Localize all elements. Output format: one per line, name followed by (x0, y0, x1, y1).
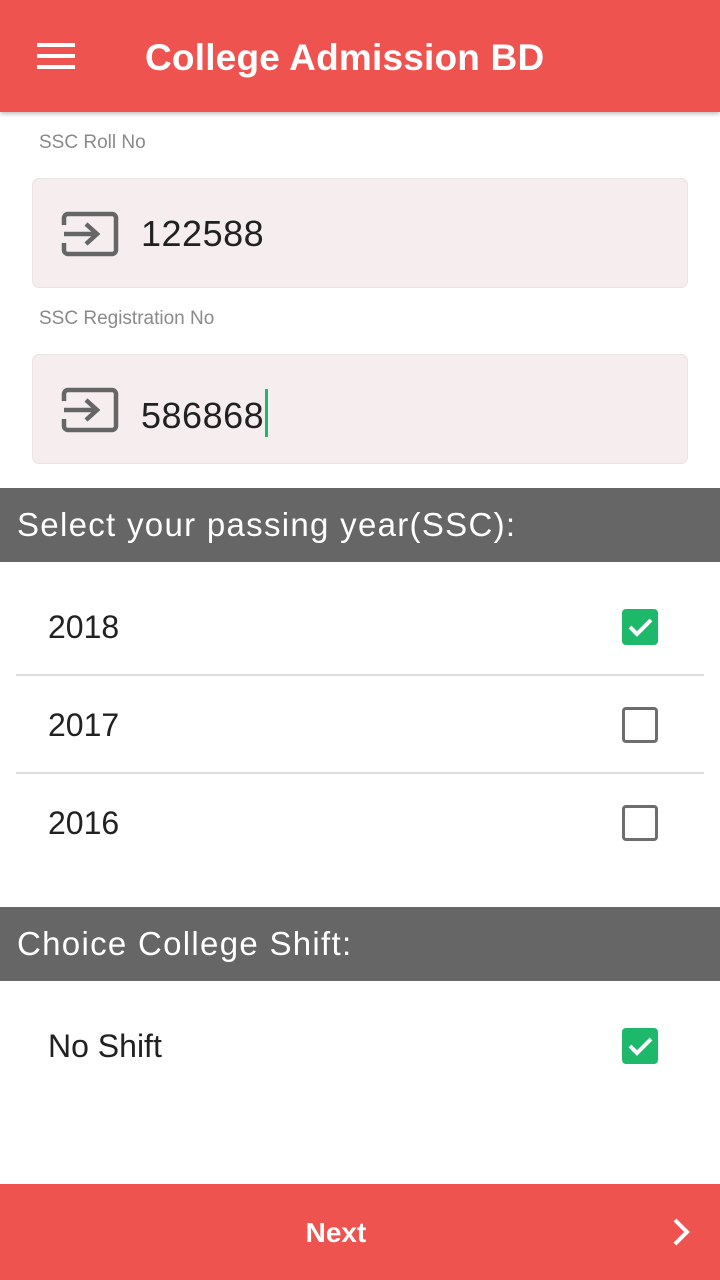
roll-input[interactable]: 122588 (32, 178, 688, 288)
shift-header-text: Choice College Shift: (17, 925, 353, 962)
roll-value: 122588 (141, 213, 265, 254)
year-option-label: 2017 (48, 707, 120, 743)
hamburger-menu-icon (37, 43, 75, 69)
app-screen: College Admission BD SSC Roll No 122588 … (0, 0, 720, 1280)
year-option-2016[interactable]: 2016 (16, 774, 704, 872)
menu-button[interactable] (22, 26, 90, 86)
year-checkbox-2018[interactable] (622, 609, 658, 645)
registration-value: 586868 (141, 395, 265, 436)
year-checkbox-2016[interactable] (622, 805, 658, 841)
input-arrow-icon (61, 211, 119, 257)
checkmark-icon (628, 618, 653, 637)
shift-checkbox-no-shift[interactable] (622, 1028, 658, 1064)
year-option-2017[interactable]: 2017 (16, 676, 704, 774)
chevron-right-icon (673, 1218, 690, 1246)
shift-option-label: No Shift (48, 1028, 162, 1064)
app-title: College Admission BD (145, 37, 545, 78)
registration-input[interactable]: 586868 (32, 354, 688, 464)
checkmark-icon (628, 1037, 653, 1056)
year-option-2018[interactable]: 2018 (16, 578, 704, 676)
passing-year-header: Select your passing year(SSC): (0, 488, 720, 562)
registration-label: SSC Registration No (39, 308, 215, 329)
input-arrow-icon (61, 387, 119, 433)
registration-value-wrap: 586868 (141, 389, 269, 437)
next-button[interactable]: Next (0, 1184, 720, 1280)
shift-header: Choice College Shift: (0, 907, 720, 981)
app-bar: College Admission BD (0, 0, 720, 112)
roll-label: SSC Roll No (39, 132, 146, 153)
year-option-label: 2016 (48, 805, 120, 841)
shift-option-no-shift[interactable]: No Shift (16, 997, 704, 1095)
next-label: Next (305, 1217, 367, 1248)
text-cursor (265, 389, 269, 437)
year-option-label: 2018 (48, 609, 120, 645)
passing-year-header-text: Select your passing year(SSC): (17, 506, 517, 543)
year-checkbox-2017[interactable] (622, 707, 658, 743)
